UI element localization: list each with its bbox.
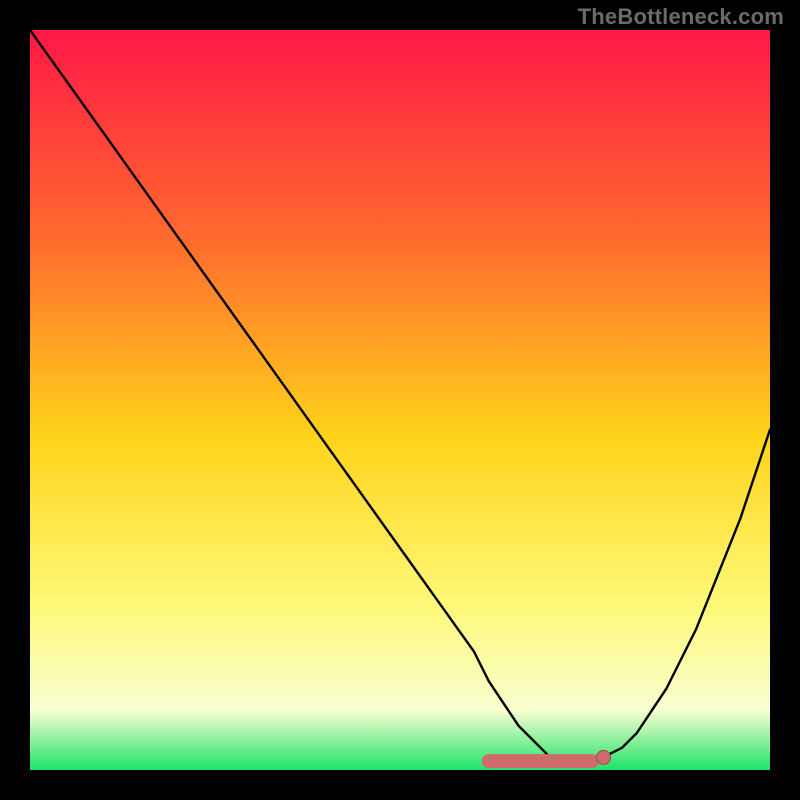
bottleneck-chart xyxy=(30,30,770,770)
optimal-point-marker xyxy=(597,750,611,764)
gradient-background xyxy=(30,30,770,770)
chart-frame: TheBottleneck.com xyxy=(0,0,800,800)
watermark-text: TheBottleneck.com xyxy=(578,4,784,30)
plot-area xyxy=(30,30,770,770)
